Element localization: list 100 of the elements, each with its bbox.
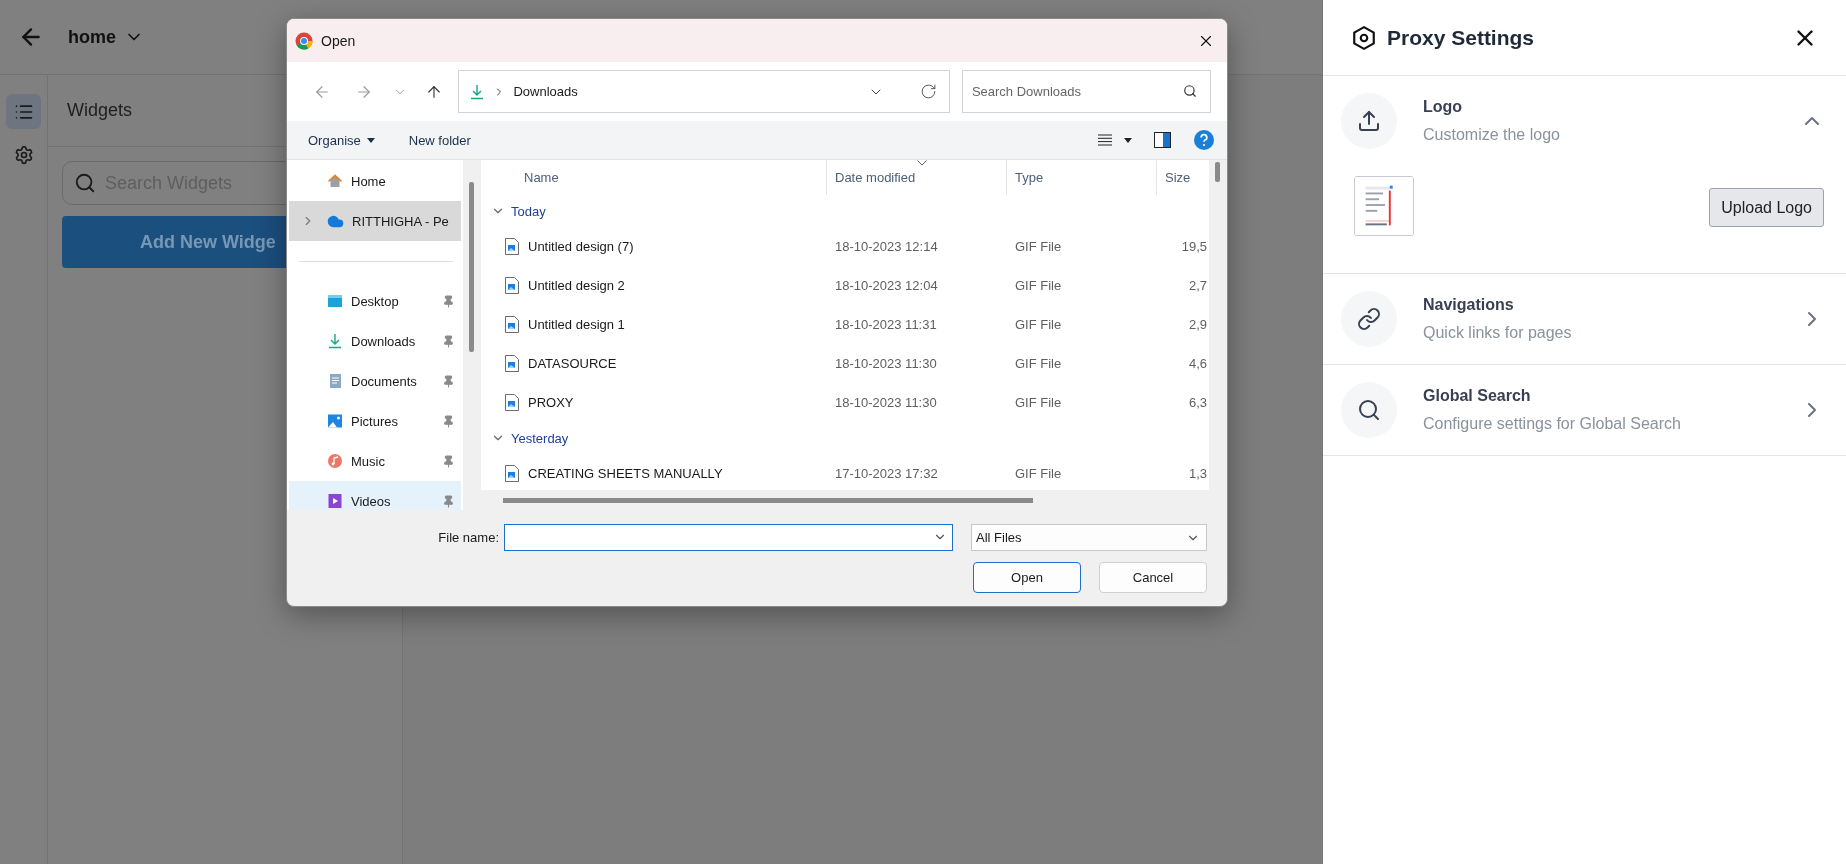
scrollbar[interactable] [463, 160, 481, 510]
search-icon [1357, 398, 1381, 422]
image-file-icon [505, 277, 519, 294]
navigation-label: Home [351, 173, 387, 189]
pin-icon [442, 374, 455, 388]
dialog-button[interactable]: Cancel [1099, 562, 1207, 593]
section-title: Logo [1423, 98, 1464, 116]
dialog-button[interactable]: Open [973, 562, 1081, 593]
document-icon [327, 373, 343, 389]
caret-icon [1124, 137, 1132, 143]
image-icon [327, 413, 343, 429]
image-file-icon [505, 465, 519, 482]
size-cell-text: 4,6 [1187, 356, 1208, 371]
search-icon [74, 172, 96, 194]
toolbar-command[interactable]: New folder [408, 132, 471, 148]
navigation-item[interactable]: Music [289, 441, 461, 481]
field-label: File name: [438, 530, 499, 545]
type-cell-text: GIF File [1014, 395, 1063, 410]
dialog-title: Open [321, 32, 357, 49]
pin-icon [442, 494, 455, 508]
navigation-item[interactable]: RITTHIGHA - Pe [289, 201, 461, 241]
toolbar-command[interactable]: Organise [308, 132, 375, 148]
type-cell-text: GIF File [1014, 317, 1063, 332]
section-title: Navigations [1423, 296, 1515, 314]
size-cell-text: 19,5 [1180, 239, 1208, 254]
column-header[interactable]: Name [481, 160, 826, 195]
desktop-icon [327, 293, 343, 309]
navigation-label: Pictures [351, 413, 399, 429]
type-cell-text: GIF File [1014, 278, 1063, 293]
sort-indicator-icon [916, 160, 927, 166]
navigation-label: Documents [351, 373, 418, 389]
home-icon [327, 173, 343, 189]
group-header[interactable]: Today [481, 195, 1209, 227]
file-name[interactable]: Untitled design 1 [528, 317, 625, 332]
navigation-item[interactable]: Pictures [289, 401, 461, 441]
group-header[interactable]: Yesterday [481, 422, 1209, 454]
upload-icon [1357, 109, 1381, 133]
pin-icon [442, 414, 455, 428]
image-file-icon [505, 238, 519, 255]
column-header[interactable]: Date modified [826, 160, 1006, 195]
view-options-button[interactable] [1098, 134, 1132, 146]
page-selector[interactable]: home [68, 26, 144, 48]
file-type-dropdown[interactable]: All Files [971, 524, 1207, 551]
file-name[interactable]: DATASOURCE [528, 356, 617, 371]
navigation-item[interactable]: Documents [289, 361, 461, 401]
navigation-item[interactable]: Downloads [289, 321, 461, 361]
file-name-field[interactable] [504, 524, 953, 551]
address-bar[interactable]: Downloads [458, 70, 950, 113]
hexagon-icon [1351, 24, 1377, 51]
app-logo-icon [295, 31, 313, 50]
navigation-label: Desktop [351, 293, 400, 309]
date-cell-text: 18-10-2023 12:14 [834, 239, 939, 254]
date-cell-text: 18-10-2023 11:30 [834, 395, 938, 410]
file-name[interactable]: PROXY [528, 395, 574, 410]
caret-icon [366, 137, 375, 143]
type-cell-text: GIF File [1014, 239, 1063, 254]
scrollbar[interactable] [1209, 160, 1227, 510]
column-header[interactable]: Type [1006, 160, 1156, 195]
image-file-icon [505, 316, 519, 333]
navigation-label: Videos [351, 493, 392, 509]
pin-icon [442, 334, 455, 348]
music-icon [327, 453, 343, 469]
navigation-label: Downloads [351, 333, 417, 349]
date-cell-text: 18-10-2023 11:30 [834, 356, 938, 371]
section-subtitle: Configure settings for Global Search [1423, 415, 1682, 433]
download-icon [469, 83, 486, 100]
type-cell-text: GIF File [1014, 466, 1063, 481]
rail-button[interactable] [6, 94, 41, 129]
preview-pane-icon [1154, 132, 1171, 148]
date-cell-text: 18-10-2023 11:31 [834, 317, 938, 332]
navigation-item[interactable]: Videos [289, 481, 461, 510]
image-file-icon [505, 394, 519, 411]
video-icon [327, 493, 343, 509]
size-cell-text: 1,3 [1187, 466, 1208, 481]
refresh-button[interactable] [919, 83, 937, 100]
upload-logo-button[interactable]: Upload Logo [1709, 188, 1824, 227]
group-label: Yesterday [511, 430, 569, 446]
help-icon [1193, 129, 1215, 151]
type-cell-text: GIF File [1014, 356, 1063, 371]
file-name[interactable]: Untitled design 2 [528, 278, 625, 293]
panel-title: Widgets [67, 100, 133, 121]
help-button[interactable] [1193, 129, 1215, 151]
address-path: Downloads [513, 84, 579, 99]
list-view-icon [1098, 134, 1112, 146]
navigation-label: Music [351, 453, 386, 469]
download-icon [327, 333, 343, 349]
pin-icon [442, 454, 455, 468]
file-name[interactable]: CREATING SHEETS MANUALLY [528, 466, 723, 481]
size-cell-text: 6,3 [1187, 395, 1208, 410]
refresh-icon [919, 83, 937, 100]
file-name[interactable]: Untitled design (7) [528, 239, 634, 254]
preview-pane-button[interactable] [1154, 132, 1171, 148]
size-cell-text: 2,9 [1187, 317, 1208, 332]
date-cell-text: 18-10-2023 12:04 [834, 278, 939, 293]
section-subtitle: Quick links for pages [1423, 324, 1573, 342]
size-cell-text: 2,7 [1187, 278, 1208, 293]
search-icon [1183, 84, 1197, 98]
navigation-item[interactable]: Desktop [289, 281, 461, 321]
pin-icon [442, 294, 455, 308]
section-subtitle: Customize the logo [1423, 126, 1561, 144]
